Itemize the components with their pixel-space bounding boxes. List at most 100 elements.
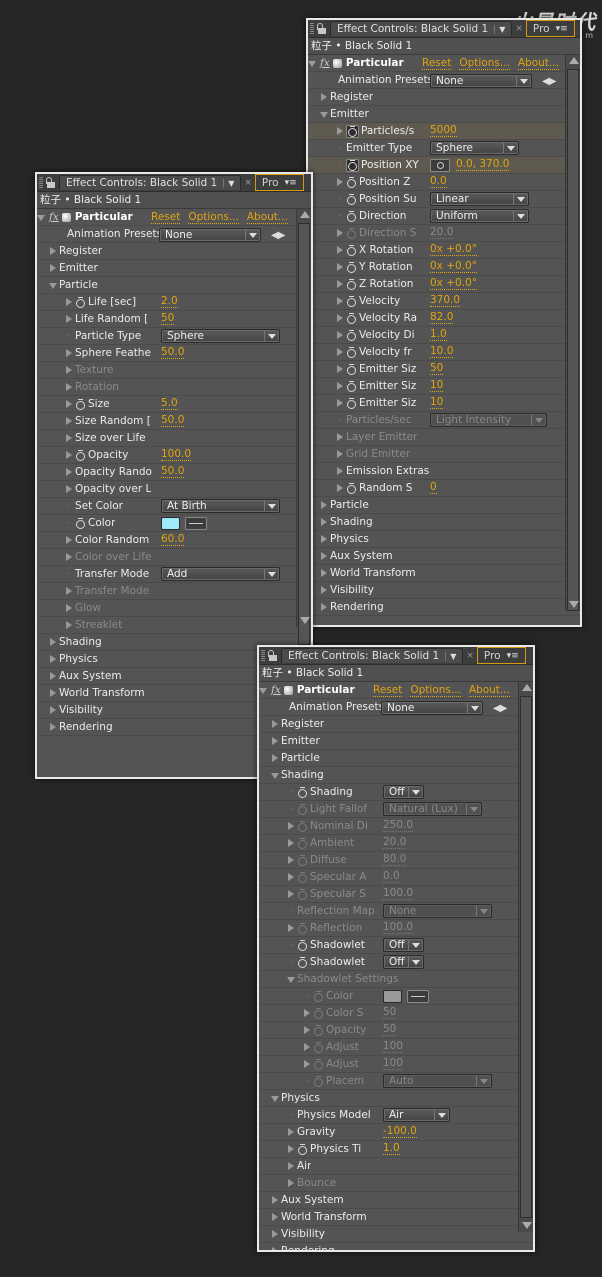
property-value[interactable]: 50 (383, 1024, 397, 1036)
property-row[interactable]: Set Color At Birth (37, 498, 311, 515)
stopwatch-icon[interactable] (313, 1024, 324, 1036)
property-value[interactable]: 5000 (430, 125, 457, 137)
stopwatch-icon[interactable] (346, 158, 359, 172)
stopwatch-icon[interactable] (75, 449, 86, 461)
stopwatch-icon[interactable] (297, 803, 308, 815)
vertical-scrollbar[interactable] (296, 209, 311, 645)
animation-presets-dropdown[interactable]: None (159, 228, 261, 242)
property-dropdown[interactable]: Air (383, 1108, 450, 1122)
twirl-right-icon[interactable] (287, 890, 295, 898)
twirl-right-icon[interactable] (287, 1179, 295, 1187)
scroll-down-icon[interactable] (300, 617, 310, 624)
twirl-down-icon[interactable] (271, 1094, 279, 1102)
twirl-right-icon[interactable] (65, 536, 73, 544)
property-row[interactable]: Visibility (259, 1226, 533, 1243)
tab-project[interactable]: Pro ▾≡ (476, 647, 526, 664)
stopwatch-icon[interactable] (346, 244, 357, 256)
property-value[interactable]: 1.0 (383, 1143, 400, 1155)
property-row[interactable]: Opacity over L (37, 481, 311, 498)
twirl-right-icon[interactable] (320, 501, 328, 509)
options-link[interactable]: Options... (188, 211, 239, 224)
scroll-down-icon[interactable] (522, 1222, 532, 1229)
property-value[interactable]: 50 (161, 313, 175, 325)
stopwatch-icon[interactable] (346, 278, 357, 290)
property-value[interactable]: 100 (383, 1058, 404, 1070)
twirl-right-icon[interactable] (336, 127, 344, 135)
property-row[interactable]: Opacity Rando 50.0 (37, 464, 311, 481)
twirl-down-icon[interactable] (49, 281, 57, 289)
twirl-right-icon[interactable] (320, 93, 328, 101)
twirl-right-icon[interactable] (49, 638, 57, 646)
twirl-down-icon[interactable] (320, 110, 328, 118)
property-row[interactable]: Rendering (259, 1243, 533, 1250)
twirl-right-icon[interactable] (65, 468, 73, 476)
twirl-right-icon[interactable] (336, 280, 344, 288)
twirl-right-icon[interactable] (320, 552, 328, 560)
chevron-down-icon[interactable] (466, 804, 479, 814)
twirl-right-icon[interactable] (65, 366, 73, 374)
about-link[interactable]: About... (246, 211, 288, 224)
tab-dropdown-icon[interactable]: ▼ (494, 24, 505, 34)
stopwatch-icon[interactable] (346, 312, 357, 324)
twirl-right-icon[interactable] (49, 706, 57, 714)
property-value[interactable]: 100.0 (383, 888, 414, 900)
property-row[interactable]: Aux System (259, 1192, 533, 1209)
twirl-right-icon[interactable] (287, 856, 295, 864)
property-dropdown[interactable]: Add (161, 567, 280, 581)
twirl-right-icon[interactable] (65, 315, 73, 323)
stopwatch-icon[interactable] (346, 329, 357, 341)
about-link[interactable]: About... (468, 684, 510, 697)
tab-dropdown-icon[interactable]: ▼ (223, 178, 234, 188)
property-row[interactable]: Shadowlet Off (259, 937, 533, 954)
property-value[interactable]: 0.0 (383, 871, 400, 883)
chevron-down-icon[interactable] (264, 501, 277, 511)
animation-presets-dropdown[interactable]: None (430, 74, 532, 88)
property-row[interactable]: Emission Extras (308, 463, 580, 480)
stopwatch-icon[interactable] (297, 922, 308, 934)
twirl-right-icon[interactable] (65, 587, 73, 595)
property-row[interactable]: World Transform (308, 565, 580, 582)
property-dropdown[interactable]: Off (383, 938, 424, 952)
tab-project[interactable]: Pro ▾≡ (525, 20, 575, 37)
lock-icon[interactable] (316, 22, 328, 35)
stopwatch-icon[interactable] (346, 176, 357, 188)
panel-menu-icon[interactable]: ▾≡ (507, 651, 519, 661)
twirl-right-icon[interactable] (336, 229, 344, 237)
property-value[interactable]: 50.0 (161, 347, 185, 359)
tab-close-icon[interactable]: × (244, 178, 252, 188)
chevron-down-icon[interactable] (503, 143, 516, 153)
scroll-down-icon[interactable] (569, 601, 579, 608)
twirl-right-icon[interactable] (65, 451, 73, 459)
twirl-right-icon[interactable] (65, 383, 73, 391)
twirl-right-icon[interactable] (336, 365, 344, 373)
twirl-right-icon[interactable] (336, 297, 344, 305)
property-dropdown[interactable]: At Birth (161, 499, 280, 513)
property-row[interactable]: Position Z 0.0 (308, 174, 580, 191)
chevron-down-icon[interactable] (476, 1076, 489, 1086)
color-swatch[interactable] (383, 990, 402, 1003)
stopwatch-icon[interactable] (346, 193, 357, 205)
animation-presets-dropdown[interactable]: None (381, 701, 483, 715)
property-row[interactable]: Particles/s 5000 (308, 123, 580, 140)
twirl-right-icon[interactable] (271, 720, 279, 728)
property-value[interactable]: 50.0 (161, 466, 185, 478)
property-row[interactable]: Velocity Di 1.0 (308, 327, 580, 344)
property-row[interactable]: X Rotation 0x +0.0° (308, 242, 580, 259)
twirl-right-icon[interactable] (65, 298, 73, 306)
property-value[interactable]: 60.0 (161, 534, 185, 546)
stopwatch-icon[interactable] (346, 210, 357, 222)
property-row[interactable]: Register (37, 243, 311, 260)
stopwatch-icon[interactable] (297, 837, 308, 849)
property-value[interactable]: 5.0 (161, 398, 178, 410)
twirl-right-icon[interactable] (271, 737, 279, 745)
effect-header-row[interactable]: fx Particular Reset Options... About... (37, 209, 311, 226)
chevron-down-icon[interactable] (264, 569, 277, 579)
property-row[interactable]: Position Su Linear (308, 191, 580, 208)
tab-effect-controls[interactable]: Effect Controls: Black Solid 1 ▼ (330, 21, 513, 36)
stopwatch-icon[interactable] (346, 397, 357, 409)
twirl-down-icon[interactable] (271, 771, 279, 779)
property-row[interactable]: Color Random 60.0 (37, 532, 311, 549)
reset-link[interactable]: Reset (151, 211, 181, 224)
stopwatch-icon[interactable] (297, 888, 308, 900)
property-value[interactable]: 0x +0.0° (430, 261, 477, 273)
